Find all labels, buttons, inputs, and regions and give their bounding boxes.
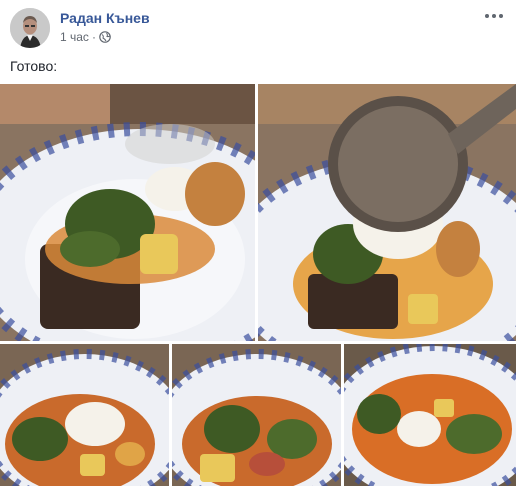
photo-2[interactable] [258, 84, 516, 341]
post-options-button[interactable] [482, 8, 506, 24]
author-name[interactable]: Радан Кънев [60, 10, 150, 26]
meta-separator: · [91, 30, 96, 44]
post-text: Готово: [10, 58, 58, 74]
photo-1[interactable] [0, 84, 255, 341]
photo-4[interactable] [172, 344, 341, 486]
author-avatar[interactable] [10, 8, 50, 48]
post-meta: 1 час · [60, 30, 111, 44]
photo-5[interactable] [344, 344, 516, 486]
photo-3[interactable] [0, 344, 169, 486]
avatar-portrait-icon [10, 8, 50, 48]
globe-icon[interactable] [99, 31, 111, 43]
ellipsis-icon [485, 14, 503, 18]
post-timestamp[interactable]: 1 час [60, 30, 89, 44]
photo-grid [0, 84, 516, 486]
post-header: Радан Кънев 1 час · [10, 8, 506, 48]
